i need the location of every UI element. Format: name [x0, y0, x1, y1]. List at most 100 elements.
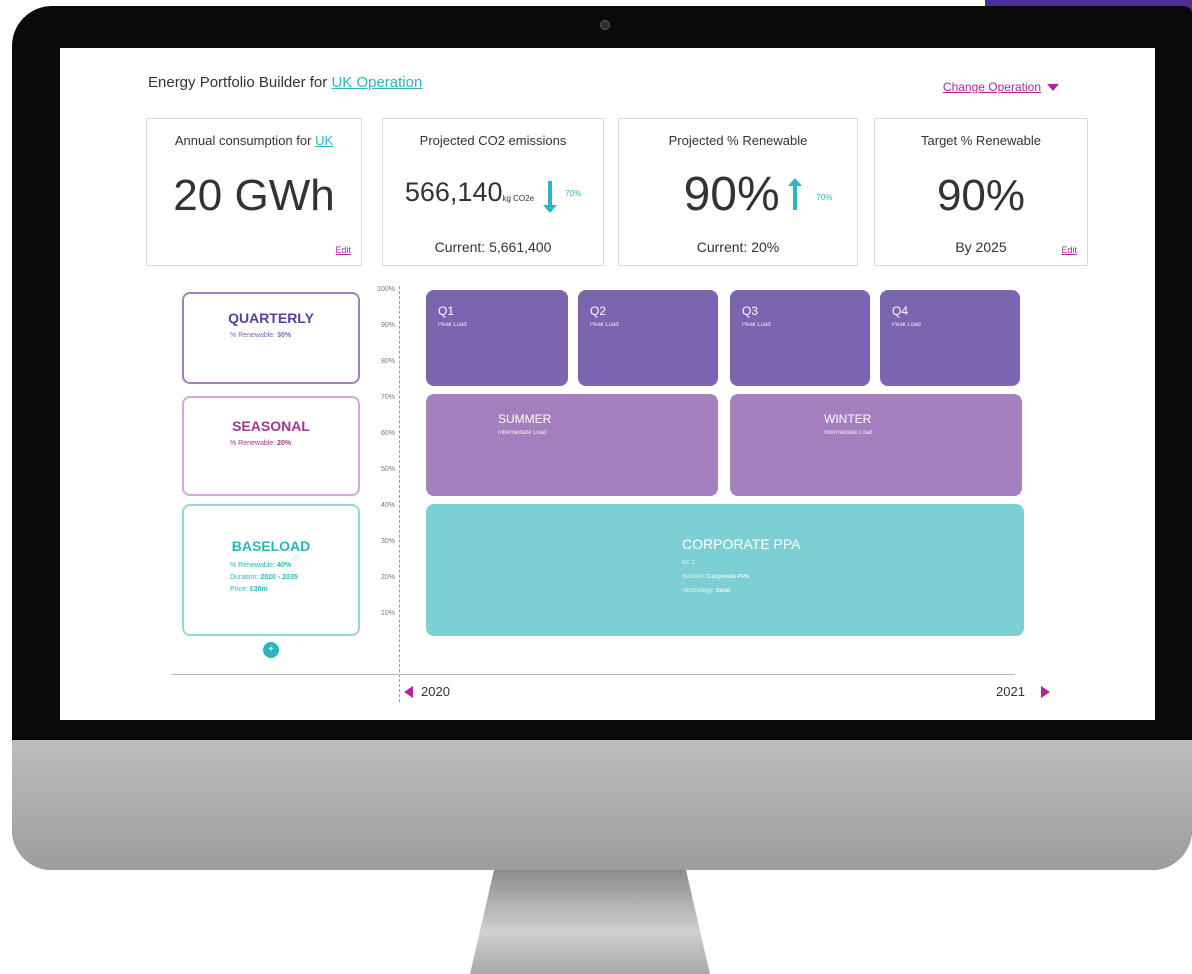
timeline-prev[interactable]: 2020	[404, 684, 450, 699]
q4-block[interactable]: Q4 Peak Load	[880, 290, 1020, 386]
target-renewable-value: 90%	[936, 171, 1026, 220]
target-renewable-label: Target % Renewable	[921, 133, 1041, 148]
next-year-icon[interactable]	[1040, 685, 1050, 698]
q4-sub: Peak Load	[892, 322, 921, 328]
quarterly-title: QUARTERLY	[228, 310, 314, 326]
ppa-title: CORPORATE PPA	[682, 536, 801, 552]
monitor-chin	[12, 740, 1192, 870]
y-axis-line	[399, 286, 400, 702]
y-tick: 10%	[380, 610, 395, 617]
caret-down-icon	[1047, 83, 1059, 91]
timeline-line	[172, 674, 1015, 675]
quarterly-desc-value: 30%	[277, 332, 292, 339]
page-title: Energy Portfolio Builder for UK Operatio…	[148, 74, 422, 91]
q2-block[interactable]: Q2 Peak Load	[578, 290, 718, 386]
winter-sub: Intermediate Load	[824, 430, 873, 436]
y-tick: 40%	[380, 502, 395, 509]
ppa-tech-value: Solar	[715, 588, 731, 594]
start-year: 2020	[421, 684, 450, 699]
q3-sub: Peak Load	[742, 322, 771, 328]
summer-block[interactable]: SUMMER Intermediate Load	[426, 394, 718, 496]
seasonal-desc-label: % Renewable:	[230, 440, 276, 447]
seasonal-card[interactable]: SEASONAL % Renewable: 20%	[182, 396, 360, 496]
ppa-solution-label: Solution:	[682, 574, 706, 580]
consumption-label-text: Annual consumption for	[174, 133, 312, 148]
corporate-ppa-block[interactable]: CORPORATE PPA ID: 2 Solution: Corporate …	[426, 504, 1024, 636]
baseload-desc: % Renewable: 40% Duration: 2020 - 2035 P…	[230, 560, 298, 596]
change-operation-label: Change Operation	[942, 80, 1041, 94]
projected-renewable-label: Projected % Renewable	[668, 133, 808, 148]
quarterly-desc: % Renewable: 30%	[230, 330, 291, 342]
y-tick: 70%	[380, 394, 395, 401]
target-renewable-card: Target % Renewable 90% By 2025 Edit	[874, 118, 1088, 266]
quarterly-card[interactable]: QUARTERLY % Renewable: 30%	[182, 292, 360, 384]
ppa-tech-label: Technology:	[682, 588, 715, 594]
ppa-solution: Solution: Corporate PPA	[682, 574, 749, 580]
y-tick: 50%	[380, 466, 395, 473]
quarterly-desc-label: % Renewable:	[230, 332, 276, 339]
monitor-stand	[470, 870, 710, 974]
baseload-renew-value: 40%	[277, 562, 292, 569]
ppa-technology: Technology: Solar	[682, 588, 731, 594]
emissions-current: Current: 5,661,400	[434, 239, 552, 255]
timeline-next[interactable]: 2021	[996, 684, 1050, 699]
arrow-down-icon	[542, 180, 557, 213]
emissions-label: Projected CO2 emissions	[419, 133, 567, 148]
prev-year-icon[interactable]	[404, 685, 413, 698]
baseload-price-value: £30m	[249, 586, 268, 593]
consumption-value: 20 GWh	[173, 171, 335, 220]
title-prefix: Energy Portfolio Builder for	[148, 74, 328, 91]
emissions-unit: kg CO2e	[502, 194, 535, 203]
consumption-card: Annual consumption for UK 20 GWh Edit	[146, 118, 362, 266]
q2-sub: Peak Load	[590, 322, 619, 328]
edit-consumption-link[interactable]: Edit	[335, 245, 351, 255]
baseload-renew-label: % Renewable:	[230, 562, 276, 569]
y-tick: 80%	[380, 358, 395, 365]
edit-target-link[interactable]: Edit	[1061, 245, 1077, 255]
y-tick: 90%	[380, 322, 395, 329]
y-tick: 100%	[377, 286, 395, 293]
emissions-card: Projected CO2 emissions 566,140kg CO2e 7…	[382, 118, 604, 266]
ppa-id: ID: 2	[682, 560, 695, 566]
emissions-value-row: 566,140kg CO2e 70%	[383, 177, 603, 213]
winter-title: WINTER	[824, 412, 872, 426]
camera-icon	[600, 20, 610, 30]
projected-renewable-change: 70%	[816, 192, 833, 202]
emissions-change: 70%	[565, 189, 582, 199]
baseload-title: BASELOAD	[231, 538, 311, 554]
winter-block[interactable]: WINTER Intermediate Load	[730, 394, 1022, 496]
y-tick: 20%	[380, 574, 395, 581]
projected-renewable-value: 90%	[683, 168, 780, 221]
add-category-button[interactable]: +	[263, 642, 279, 658]
y-tick: 30%	[380, 538, 395, 545]
projected-renewable-current: Current: 20%	[696, 239, 780, 255]
q1-block[interactable]: Q1 Peak Load	[426, 290, 568, 386]
baseload-duration-label: Duration:	[230, 574, 259, 581]
projected-renewable-value-row: 90% 70%	[619, 167, 857, 222]
q2-title: Q2	[590, 304, 607, 318]
ppa-solution-value: Corporate PPA	[707, 574, 750, 580]
end-year: 2021	[996, 684, 1025, 699]
emissions-value: 566,140	[404, 177, 503, 207]
app-screen: Energy Portfolio Builder for UK Operatio…	[60, 48, 1155, 720]
q3-title: Q3	[742, 304, 759, 318]
seasonal-desc: % Renewable: 20%	[230, 438, 291, 450]
y-tick: 60%	[380, 430, 395, 437]
consumption-label: Annual consumption for UK	[147, 133, 361, 148]
target-renewable-by: By 2025	[955, 239, 1007, 255]
q1-title: Q1	[438, 304, 455, 318]
baseload-duration-value: 2020 - 2035	[260, 574, 298, 581]
seasonal-title: SEASONAL	[232, 418, 310, 434]
q1-sub: Peak Load	[438, 322, 467, 328]
baseload-card[interactable]: BASELOAD % Renewable: 40% Duration: 2020…	[182, 504, 360, 636]
operation-link[interactable]: UK Operation	[331, 74, 422, 91]
q4-title: Q4	[892, 304, 909, 318]
seasonal-desc-value: 20%	[277, 440, 292, 447]
arrow-up-icon	[788, 178, 803, 211]
projected-renewable-card: Projected % Renewable 90% 70% Current: 2…	[618, 118, 858, 266]
consumption-region-link[interactable]: UK	[315, 133, 333, 148]
summer-title: SUMMER	[498, 412, 552, 426]
q3-block[interactable]: Q3 Peak Load	[730, 290, 870, 386]
change-operation-button[interactable]: Change Operation	[943, 80, 1059, 94]
baseload-price-label: Price:	[230, 586, 248, 593]
